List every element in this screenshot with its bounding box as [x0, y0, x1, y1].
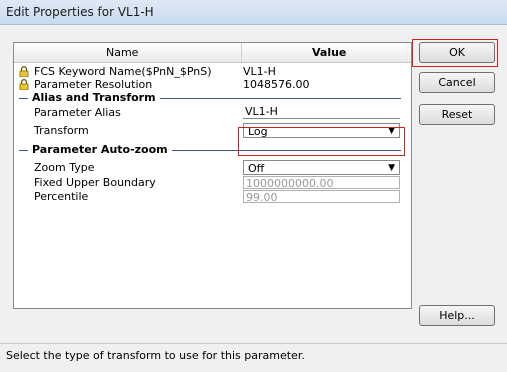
grid-row-percentile[interactable]: Percentile 99.00 [14, 190, 411, 204]
grid-row-parameter-alias[interactable]: Parameter Alias VL1-H [14, 105, 411, 119]
grid-row-fcs-keyword[interactable]: FCS Keyword Name($PnN_$PnS) VL1-H [14, 65, 411, 78]
ok-highlight-box [412, 39, 498, 67]
column-divider[interactable] [241, 43, 242, 62]
cancel-button[interactable]: Cancel [419, 72, 495, 93]
alias-input[interactable]: VL1-H [243, 105, 400, 119]
title-bar: Edit Properties for VL1-H [0, 0, 507, 25]
lock-icon [19, 66, 29, 77]
lock-icon [19, 79, 29, 90]
section-label: Parameter Auto-zoom [28, 143, 172, 156]
status-divider [0, 343, 507, 344]
row-value: 1048576.00 [243, 78, 310, 91]
row-name: Transform [34, 124, 89, 137]
section-alias-and-transform[interactable]: Alias and Transform [14, 91, 411, 105]
column-header-name[interactable]: Name [106, 46, 138, 59]
row-name: Parameter Alias [34, 106, 121, 119]
zoom-type-dropdown[interactable]: Off ▼ [243, 160, 400, 175]
transform-highlight-box [238, 127, 405, 156]
chevron-down-icon[interactable]: ▼ [388, 163, 395, 173]
grid-row-fixed-upper-boundary[interactable]: Fixed Upper Boundary 1000000000.00 [14, 176, 411, 190]
row-name: Parameter Resolution [34, 78, 153, 91]
status-text: Select the type of transform to use for … [6, 349, 305, 362]
grid-row-zoom-type[interactable]: Zoom Type Off ▼ [14, 160, 411, 175]
percentile-value: 99.00 [246, 191, 278, 204]
reset-button[interactable]: Reset [419, 104, 495, 125]
row-name: Fixed Upper Boundary [34, 176, 156, 189]
window-title: Edit Properties for VL1-H [6, 5, 154, 19]
property-grid: Name Value FCS Keyword Name($PnN_$PnS) V… [13, 42, 412, 309]
row-name: FCS Keyword Name($PnN_$PnS) [34, 65, 212, 78]
zoom-type-selected-value: Off [248, 162, 265, 175]
upper-boundary-value: 1000000000.00 [246, 177, 334, 190]
grid-row-resolution[interactable]: Parameter Resolution 1048576.00 [14, 78, 411, 91]
row-name: Percentile [34, 190, 89, 203]
help-button[interactable]: Help... [419, 305, 495, 326]
dialog-body: Name Value FCS Keyword Name($PnN_$PnS) V… [0, 25, 507, 372]
percentile-field: 99.00 [243, 190, 400, 204]
upper-boundary-field: 1000000000.00 [243, 176, 400, 190]
alias-input-value: VL1-H [245, 105, 278, 118]
row-value: VL1-H [243, 65, 276, 78]
column-header-value[interactable]: Value [312, 46, 346, 59]
grid-header: Name Value [14, 43, 411, 63]
row-name: Zoom Type [34, 161, 95, 174]
section-label: Alias and Transform [28, 91, 160, 104]
